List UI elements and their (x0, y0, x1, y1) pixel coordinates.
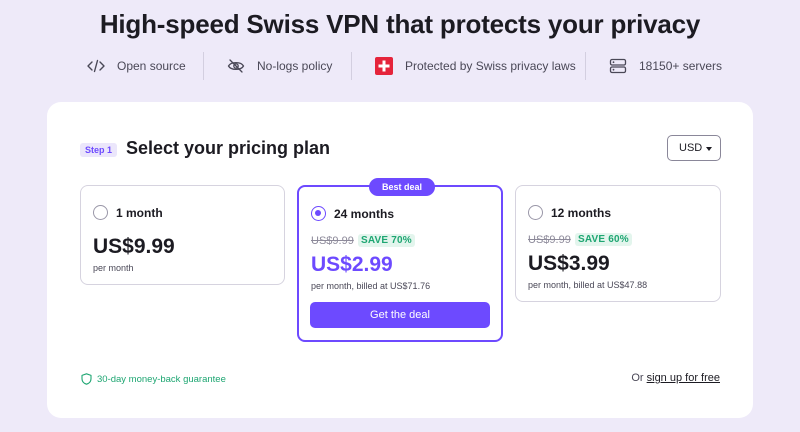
save-badge: SAVE 60% (575, 233, 632, 246)
plan-option-24-months[interactable]: Best deal 24 months US$9.99 SAVE 70% US$… (297, 178, 503, 342)
feature-label: Open source (117, 59, 186, 73)
page-headline: High-speed Swiss VPN that protects your … (99, 9, 701, 39)
eye-off-icon (227, 59, 245, 73)
plan-radio[interactable] (93, 205, 108, 220)
plan-name: 24 months (334, 207, 395, 221)
get-the-deal-button[interactable]: Get the deal (310, 302, 490, 328)
plan-price-note: per month (93, 263, 134, 273)
sign-up-free-link[interactable]: sign up for free (647, 372, 720, 384)
plan-radio[interactable] (528, 205, 543, 220)
plan-option-12-months[interactable]: 12 months US$9.99 SAVE 60% US$3.99 per m… (515, 185, 721, 302)
servers-icon (609, 58, 627, 74)
pricing-card: Step 1 Select your pricing plan USD 1 mo… (47, 102, 753, 418)
plan-price: US$2.99 (311, 253, 393, 276)
step-badge: Step 1 (80, 143, 118, 157)
shield-icon (81, 373, 92, 385)
feature-label: 18150+ servers (639, 59, 723, 73)
money-back-guarantee: 30-day money-back guarantee (81, 373, 226, 385)
plan-radio-selected[interactable] (311, 206, 326, 221)
feature-no-logs: No-logs policy (227, 52, 332, 80)
signup-prefix: Or (631, 372, 644, 384)
currency-select[interactable]: USD (667, 135, 721, 161)
feature-bar: Open source No-logs policy Protected by … (0, 52, 800, 80)
chevron-down-icon (706, 147, 712, 151)
plan-price-note: per month, billed at US$47.88 (528, 280, 648, 290)
plan-name: 12 months (551, 206, 612, 220)
divider (203, 52, 204, 80)
feature-open-source: Open source (87, 52, 186, 80)
feature-swiss-laws: Protected by Swiss privacy laws (375, 52, 576, 80)
plan-name: 1 month (116, 206, 163, 220)
plan-price: US$3.99 (528, 252, 610, 275)
feature-label: No-logs policy (257, 59, 333, 73)
best-deal-badge: Best deal (369, 178, 435, 196)
divider (351, 52, 352, 80)
swiss-flag-icon (375, 57, 393, 75)
save-badge: SAVE 70% (358, 234, 415, 247)
feature-label: Protected by Swiss privacy laws (405, 59, 576, 73)
currency-value: USD (679, 142, 703, 154)
divider (585, 52, 586, 80)
plan-old-price: US$9.99 (311, 235, 354, 247)
plan-old-price: US$9.99 (528, 234, 571, 246)
feature-servers: 18150+ servers (609, 52, 722, 80)
pricing-title: Select your pricing plan (126, 138, 331, 158)
signup-prompt: Or sign up for free (631, 372, 720, 384)
plan-price-note: per month, billed at US$71.76 (311, 281, 431, 291)
plan-price: US$9.99 (93, 235, 175, 258)
guarantee-text: 30-day money-back guarantee (97, 373, 226, 385)
code-icon (87, 59, 105, 73)
plan-option-1-month[interactable]: 1 month US$9.99 per month (80, 185, 285, 285)
